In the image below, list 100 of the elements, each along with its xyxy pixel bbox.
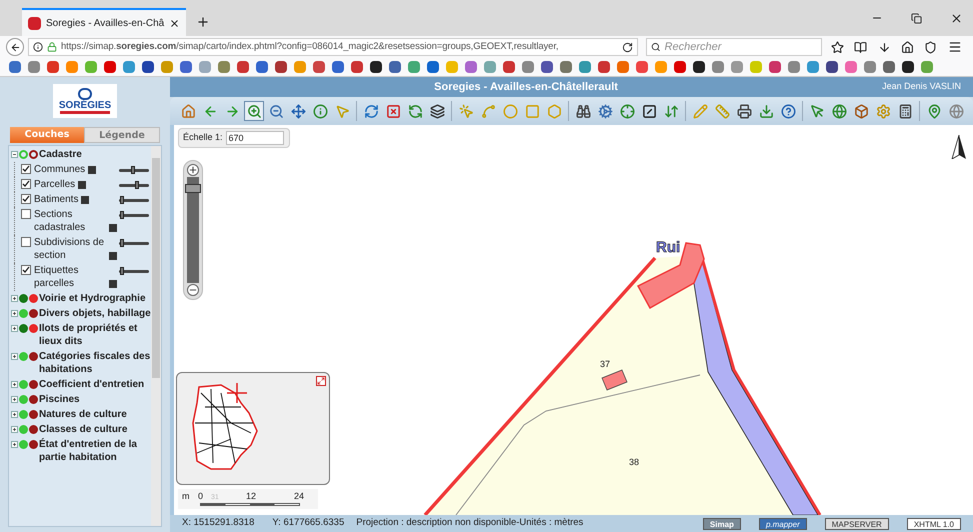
reload-icon bbox=[408, 104, 422, 118]
home-icon[interactable] bbox=[901, 40, 914, 54]
slash-icon bbox=[642, 104, 656, 118]
menu-icon[interactable] bbox=[948, 40, 962, 54]
bookmark-icon[interactable] bbox=[902, 61, 914, 73]
footer-badge[interactable]: p.mapper bbox=[758, 518, 807, 530]
layer-label[interactable]: Parcelles bbox=[34, 178, 76, 191]
layer-group-label[interactable]: Natures de culture bbox=[39, 408, 127, 421]
slider-thumb[interactable] bbox=[130, 166, 135, 174]
restore-icon[interactable] bbox=[911, 12, 922, 24]
scale-tick-label: 12 bbox=[246, 490, 256, 503]
bookmark-icon[interactable] bbox=[142, 61, 154, 73]
opacity-slider[interactable] bbox=[119, 166, 149, 174]
expand-icon[interactable] bbox=[11, 310, 18, 317]
layer-label[interactable]: Batiments bbox=[34, 193, 78, 206]
scale-input[interactable]: 670 bbox=[226, 131, 284, 145]
layer-checkbox[interactable] bbox=[21, 265, 31, 275]
info-icon bbox=[312, 104, 328, 118]
layer-checkbox[interactable] bbox=[21, 164, 31, 174]
refresh-icon bbox=[364, 104, 378, 118]
expand-icon[interactable] bbox=[11, 381, 18, 388]
opacity-slider[interactable] bbox=[119, 196, 149, 204]
layer-group-label[interactable]: Coefficient d'entretien bbox=[39, 378, 144, 391]
bookmark-icon[interactable] bbox=[275, 61, 287, 73]
click-pointer-icon bbox=[458, 104, 474, 118]
layer-label[interactable]: Etiquettes parcelles bbox=[34, 264, 106, 290]
layer-label[interactable]: Sections cadastrales bbox=[34, 208, 106, 234]
company-logo: SORÉGIES bbox=[53, 84, 117, 118]
bookmark-icon[interactable] bbox=[693, 61, 705, 73]
opacity-slider[interactable] bbox=[119, 239, 149, 247]
search-field[interactable]: Rechercher bbox=[646, 38, 822, 56]
close-icon[interactable] bbox=[950, 12, 963, 24]
star-icon[interactable] bbox=[831, 40, 844, 54]
layer-group-label[interactable]: Ilots de propriétés et lieux dits bbox=[39, 322, 151, 348]
bookmark-icon[interactable] bbox=[370, 61, 382, 73]
layer-group-label[interactable]: État d'entretien de la partie habitation bbox=[39, 438, 151, 464]
expand-icon[interactable] bbox=[11, 295, 18, 302]
zoom-out-icon bbox=[268, 104, 284, 118]
opacity-slider[interactable] bbox=[119, 267, 149, 275]
opacity-slider[interactable] bbox=[119, 181, 149, 189]
address-field[interactable]: https://simap.soregies.com/simap/carto/index.phtml?config=086014_magic2&resetsession=groups,GEOEXT,resultlayer, bbox=[28, 38, 638, 56]
search-icon bbox=[651, 42, 661, 52]
cube-icon bbox=[854, 104, 868, 118]
slider-thumb[interactable] bbox=[120, 211, 124, 219]
binoculars-icon bbox=[576, 104, 590, 118]
footer-badge[interactable]: MAPSERVER bbox=[824, 518, 889, 530]
help-icon bbox=[780, 104, 796, 118]
search-input[interactable]: Rechercher bbox=[664, 38, 817, 56]
layer-checkbox[interactable] bbox=[21, 209, 31, 219]
zoom-out-icon[interactable] bbox=[187, 284, 199, 296]
crosshair-icon bbox=[227, 383, 247, 403]
footer-badge[interactable]: XHTML 1.0 bbox=[906, 518, 961, 530]
globe-icon bbox=[832, 104, 846, 118]
layer-group-label[interactable]: Divers objets, habillage bbox=[39, 307, 151, 320]
layer-group-label[interactable]: Piscines bbox=[39, 393, 80, 406]
browser-tab[interactable]: Soregies - Availles-en-Châ bbox=[22, 8, 186, 36]
zoom-in-icon[interactable] bbox=[187, 164, 199, 176]
expand-icon[interactable] bbox=[11, 325, 18, 332]
pointer-icon bbox=[334, 104, 350, 118]
square-icon bbox=[524, 104, 540, 118]
hexagon-icon bbox=[546, 104, 562, 118]
lock-icon bbox=[47, 42, 57, 52]
layer-group-label[interactable]: Catégories fiscales des habitations bbox=[39, 350, 151, 376]
slider-thumb[interactable] bbox=[120, 267, 124, 275]
scale-tick-label: 24 bbox=[294, 490, 304, 503]
layer-group-label[interactable]: Voirie et Hydrographie bbox=[39, 292, 146, 305]
close-icon[interactable] bbox=[169, 18, 180, 28]
reader-icon[interactable] bbox=[854, 40, 868, 54]
expand-icon[interactable] bbox=[11, 353, 18, 360]
footer-badge[interactable]: Simap bbox=[702, 518, 741, 530]
info-icon[interactable] bbox=[33, 42, 43, 52]
new-tab-icon[interactable] bbox=[196, 15, 210, 29]
building-shape bbox=[636, 242, 705, 310]
collapse-icon[interactable] bbox=[11, 151, 18, 158]
reload-icon[interactable] bbox=[622, 42, 633, 52]
bookmark-icon[interactable] bbox=[826, 61, 838, 73]
layer-checkbox[interactable] bbox=[21, 237, 31, 247]
expand-icon[interactable] bbox=[316, 376, 326, 386]
layer-group-label[interactable]: Classes de culture bbox=[39, 423, 128, 436]
download-icon[interactable] bbox=[878, 40, 891, 54]
expand-icon[interactable] bbox=[11, 411, 18, 418]
zoom-slider-thumb[interactable] bbox=[185, 184, 201, 193]
move-icon bbox=[290, 104, 306, 118]
north-arrow-icon bbox=[951, 135, 967, 159]
scrollbar[interactable] bbox=[151, 146, 161, 526]
layer-checkbox[interactable] bbox=[21, 194, 31, 204]
layer-group-label[interactable]: Cadastre bbox=[39, 148, 82, 161]
shield-icon[interactable] bbox=[924, 40, 938, 54]
opacity-slider[interactable] bbox=[119, 211, 149, 219]
bookmark-icon[interactable] bbox=[541, 61, 553, 73]
expand-icon[interactable] bbox=[11, 441, 18, 448]
expand-icon[interactable] bbox=[11, 396, 18, 403]
slider-thumb[interactable] bbox=[134, 181, 139, 189]
layer-checkbox[interactable] bbox=[21, 179, 31, 189]
slider-thumb[interactable] bbox=[120, 196, 124, 204]
back-button[interactable] bbox=[6, 38, 24, 56]
layer-label[interactable]: Subdivisions de section bbox=[34, 236, 106, 262]
layer-label[interactable]: Communes bbox=[34, 163, 86, 176]
expand-icon[interactable] bbox=[11, 426, 18, 433]
slider-thumb[interactable] bbox=[120, 239, 124, 247]
